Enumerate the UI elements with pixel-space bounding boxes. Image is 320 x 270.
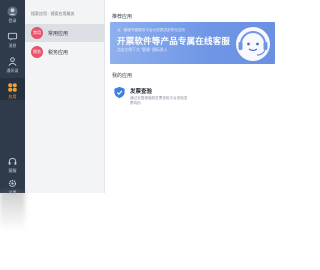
- rail-label: 消息: [8, 43, 17, 48]
- app-card-title: 发票查验: [130, 89, 153, 95]
- category-name: 常用应用: [48, 30, 69, 37]
- app-card-description: 通过全国增值税发票查验平台查验发票真伪: [130, 96, 188, 105]
- contacts-icon: [7, 55, 19, 67]
- rail-item-contacts[interactable]: 通讯录: [0, 55, 25, 73]
- settings-icon: [7, 177, 19, 189]
- service-banner[interactable]: 点 · 客服专属服务平台为您提供多样化支持 开票软件等产品专属在线客服 点击左侧…: [110, 22, 275, 64]
- apps-icon: [7, 81, 19, 93]
- window-shadow: [0, 191, 25, 231]
- app-category-panel: 常用 常用应用 税务 税务应用: [25, 0, 105, 193]
- category-badge: 常用: [31, 27, 43, 39]
- rail-label: 通讯录: [6, 68, 19, 73]
- rail-item-login[interactable]: 登录: [0, 5, 25, 23]
- left-rail: 登录 消息 通讯录 应用 客服: [0, 0, 25, 195]
- shield-check-icon: [114, 86, 125, 99]
- category-name: 税务应用: [48, 49, 69, 56]
- app-window: 登录 消息 通讯录 应用 客服 搜索应用 · 搜索应用服务 常用 常用应用 税务…: [0, 0, 280, 195]
- banner-subtext: 点击左侧下方 "客服" 图标进入: [117, 48, 168, 52]
- rail-item-apps[interactable]: 应用: [0, 78, 25, 100]
- app-card-invoice-check[interactable]: 发票查验 通过全国增值税发票查验平台查验发票真伪: [110, 83, 190, 111]
- category-badge: 税务: [31, 46, 43, 58]
- banner-small-text: 点 · 客服专属服务平台为您提供多样化支持: [117, 28, 185, 32]
- headset-mascot-icon: [236, 27, 270, 61]
- headset-icon: [7, 155, 19, 167]
- avatar-icon: [7, 5, 19, 17]
- banner-headline: 开票软件等产品专属在线客服: [117, 36, 231, 46]
- rail-item-service[interactable]: 客服: [0, 155, 25, 173]
- chat-icon: [7, 30, 19, 42]
- rail-item-messages[interactable]: 消息: [0, 30, 25, 48]
- category-item-tax[interactable]: 税务 税务应用: [25, 43, 105, 61]
- rail-label: 客服: [8, 168, 17, 173]
- main-content: 推荐应用 点 · 客服专属服务平台为您提供多样化支持 开票软件等产品专属在线客服…: [105, 0, 280, 193]
- my-apps-section-title: 我的应用: [112, 73, 133, 79]
- rail-label: 登录: [8, 18, 17, 23]
- rail-label: 应用: [8, 94, 17, 99]
- recommend-section-title: 推荐应用: [112, 14, 133, 20]
- search-input[interactable]: [29, 9, 99, 19]
- category-item-common[interactable]: 常用 常用应用: [25, 24, 105, 42]
